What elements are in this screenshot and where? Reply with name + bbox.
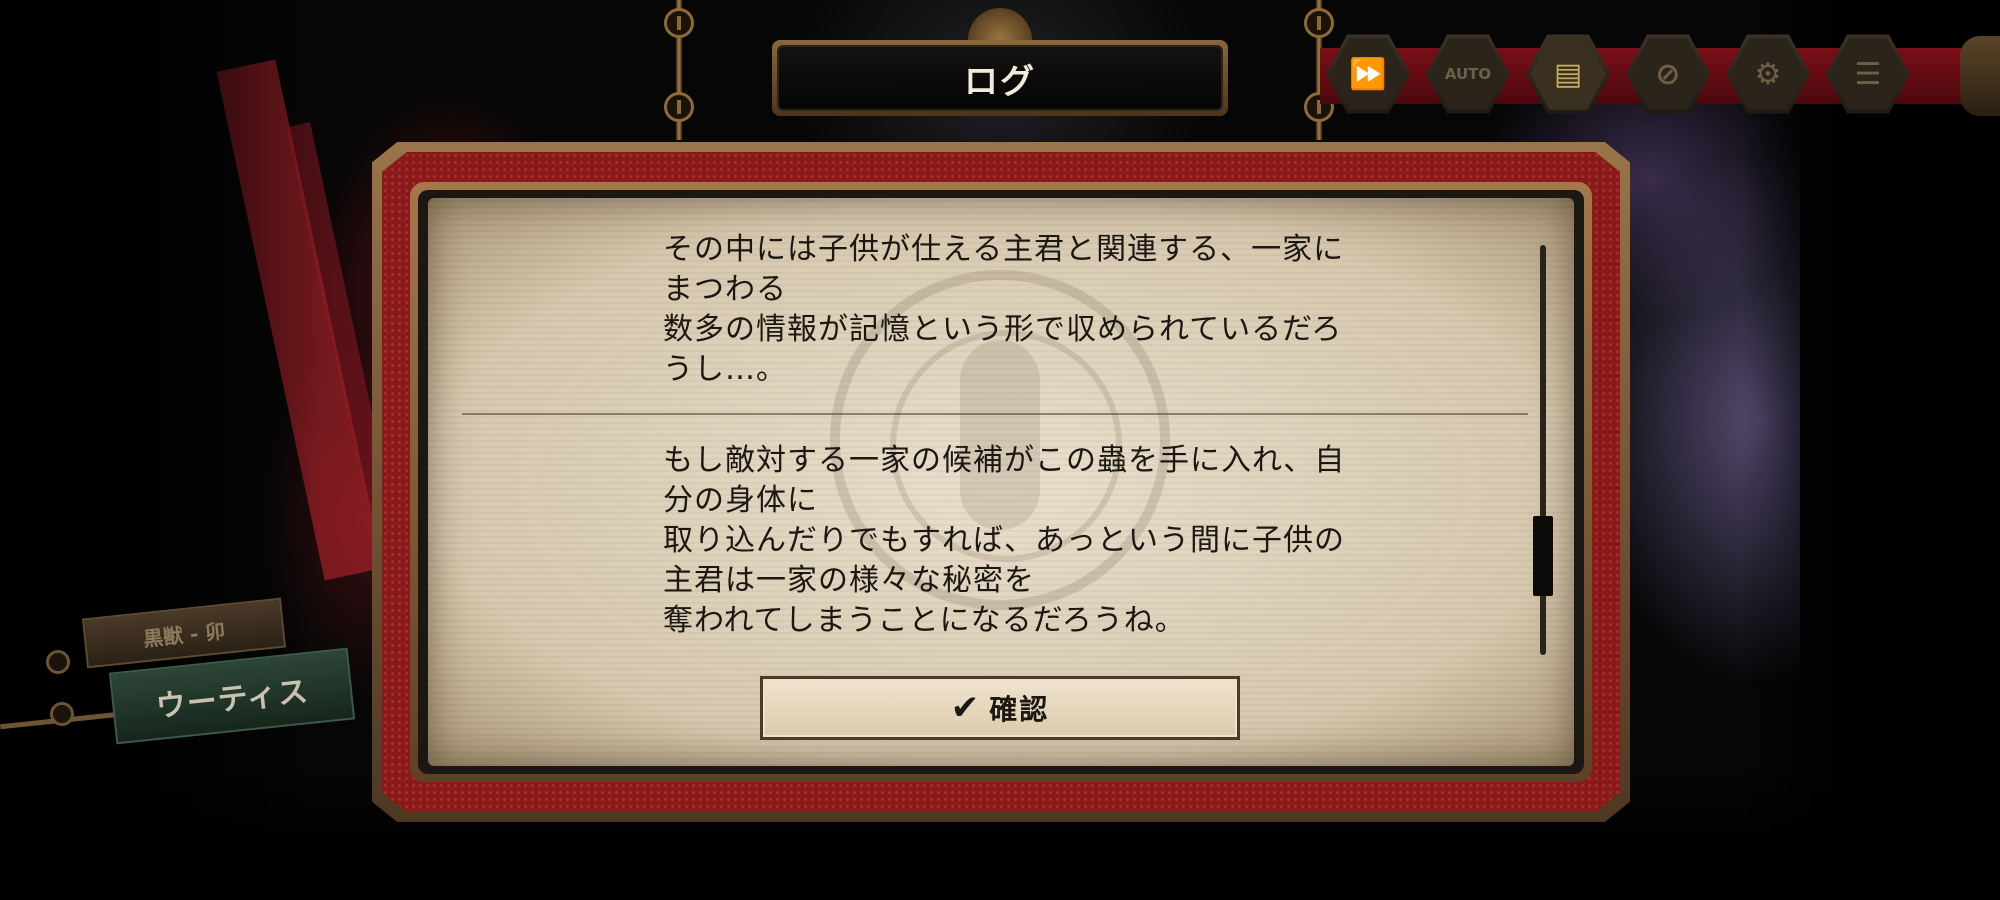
- log-line: 取り込んだりでもすれば、あっという間に子供の: [663, 523, 1345, 558]
- log-line: その中には子供が仕える主君と関連する、一家に: [663, 232, 1345, 267]
- log-line: 数多の情報が記憶という形で収められているだろ: [663, 312, 1343, 347]
- title-plate: ログ: [772, 40, 1228, 116]
- tag-bolt: [46, 650, 70, 674]
- log-line: 分の身体に: [663, 483, 818, 518]
- fast-forward-icon: ⏩: [1349, 56, 1387, 92]
- pole-bolt: [664, 8, 694, 38]
- speaker-name: ウーティス: [154, 674, 311, 725]
- auto-icon: AUTO: [1444, 65, 1492, 83]
- title-plate-inner: ログ: [777, 45, 1223, 111]
- toolbar-end-cap: [1960, 36, 2000, 116]
- hide-ui-icon: ⊘: [1655, 56, 1681, 92]
- game-screen: ログ ⏩ AUTO ▤ ⊘ ⚙ ☰ その中には子供が仕える主君と関連する、一家に…: [0, 0, 2000, 900]
- confirm-button-label: 確認: [989, 693, 1050, 726]
- log-line: 主君は一家の様々な秘密を: [663, 563, 1035, 598]
- log-line: うし…。: [663, 352, 787, 387]
- log-line: まつわる: [663, 272, 787, 307]
- confirm-button[interactable]: ✔ 確認: [760, 676, 1240, 740]
- pole-bolt: [664, 92, 694, 122]
- hamburger-menu-icon: ☰: [1854, 56, 1882, 92]
- checkmark-icon: ✔: [950, 688, 980, 728]
- log-scrollbar-thumb[interactable]: [1533, 515, 1553, 596]
- page-title: ログ: [964, 61, 1036, 102]
- log-entry: もし敵対する一家の候補がこの蟲を手に入れ、自 分の身体に 取り込んだりでもすれば…: [663, 441, 1403, 641]
- log-entry-divider: [462, 413, 1528, 415]
- gear-icon: ⚙: [1754, 56, 1782, 92]
- log-icon: ▤: [1553, 56, 1583, 92]
- log-line: 奪われてしまうことになるだろうね。: [663, 603, 1186, 638]
- log-line: もし敵対する一家の候補がこの蟲を手に入れ、自: [663, 443, 1346, 478]
- log-entry: その中には子供が仕える主君と関連する、一家に まつわる 数多の情報が記憶という形…: [663, 230, 1403, 390]
- pole-bolt: [1304, 8, 1334, 38]
- speaker-subtitle: 黒獣 - 卯: [142, 618, 227, 651]
- tag-bolt: [50, 702, 74, 726]
